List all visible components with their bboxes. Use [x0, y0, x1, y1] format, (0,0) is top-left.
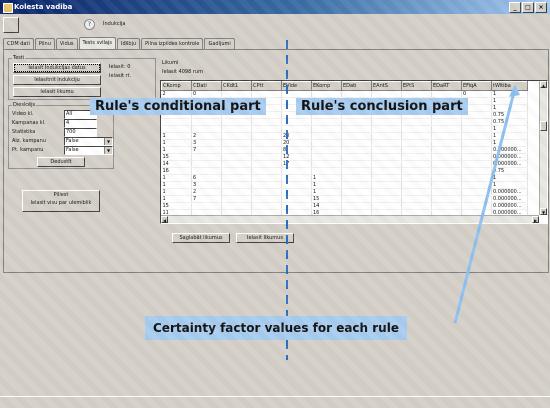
status-bar	[0, 396, 550, 408]
certainty-arrow-line	[453, 87, 517, 324]
annotation-overlay	[286, 40, 520, 360]
app-window: Kolesta vadiba _ □ × ? Indukcija CDM dat…	[0, 0, 550, 408]
certainty-factor-callout: Certainty factor values for each rule	[145, 316, 407, 340]
conditional-part-callout: Rule's conditional part	[90, 98, 266, 115]
certainty-arrowhead	[509, 84, 520, 97]
conclusion-part-callout: Rule's conclusion part	[296, 98, 468, 115]
